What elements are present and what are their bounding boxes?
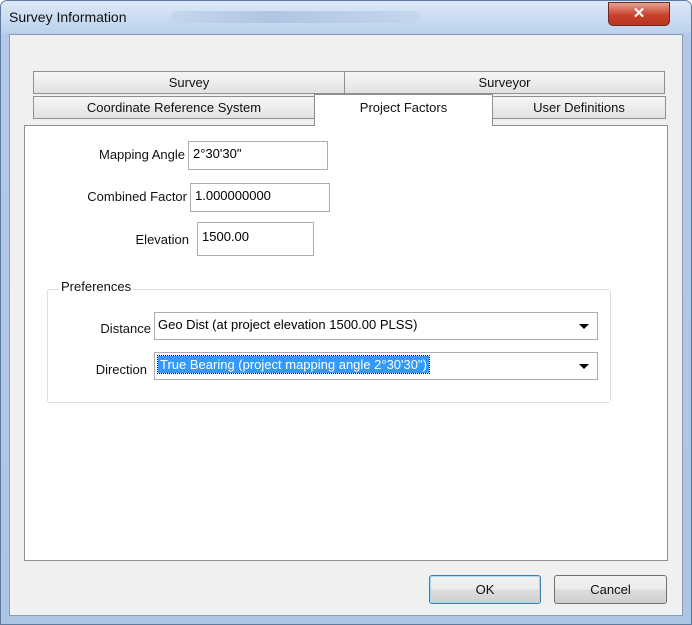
ok-button[interactable]: OK: [429, 575, 541, 604]
direction-label: Direction: [95, 362, 147, 377]
preferences-title: Preferences: [59, 279, 134, 294]
chevron-down-icon[interactable]: [579, 324, 589, 329]
survey-information-dialog: Survey Information ✕ Survey Surveyor Coo…: [0, 0, 692, 625]
mapping-angle-field[interactable]: 2°30'30": [188, 141, 328, 170]
elevation-field[interactable]: 1500.00: [197, 222, 314, 256]
cancel-button[interactable]: Cancel: [554, 575, 667, 604]
mapping-angle-label: Mapping Angle: [98, 147, 185, 162]
preferences-groupbox: [47, 289, 611, 403]
close-button[interactable]: ✕: [608, 2, 670, 26]
tab-surveyor[interactable]: Surveyor: [344, 71, 665, 94]
combined-factor-label: Combined Factor: [87, 189, 187, 204]
tab-coordinate-reference-system[interactable]: Coordinate Reference System: [33, 96, 315, 119]
distance-select-value: Geo Dist (at project elevation 1500.00 P…: [158, 317, 418, 332]
direction-select-value: True Bearing (project mapping angle 2°30…: [157, 355, 430, 374]
direction-select[interactable]: True Bearing (project mapping angle 2°30…: [154, 352, 598, 380]
elevation-label: Elevation: [135, 232, 189, 247]
distance-select[interactable]: Geo Dist (at project elevation 1500.00 P…: [154, 312, 598, 340]
tab-project-factors[interactable]: Project Factors: [314, 94, 493, 126]
distance-label: Distance: [100, 321, 151, 336]
title-bar[interactable]: Survey Information ✕: [1, 1, 691, 33]
title-bar-blur: [171, 11, 421, 23]
chevron-down-icon[interactable]: [579, 364, 589, 369]
window-title: Survey Information: [9, 9, 127, 25]
combined-factor-field[interactable]: 1.000000000: [190, 183, 330, 212]
tab-survey[interactable]: Survey: [33, 71, 345, 94]
tab-user-definitions[interactable]: User Definitions: [492, 96, 666, 119]
